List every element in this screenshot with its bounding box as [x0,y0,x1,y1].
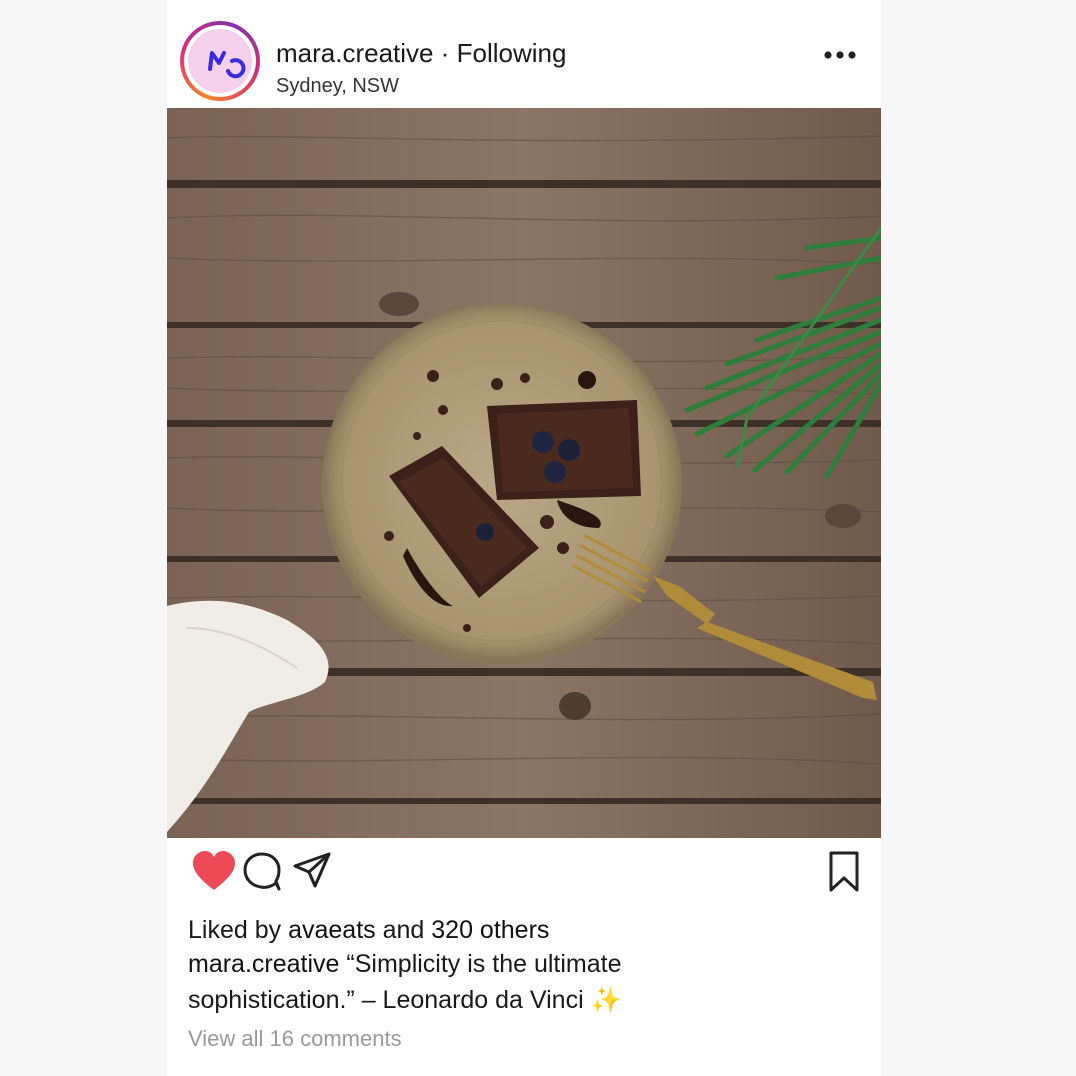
post-header: mara.creative · Following Sydney, NSW [167,0,881,108]
likes-count[interactable]: 320 others [431,916,549,944]
username[interactable]: mara.creative [276,38,434,68]
caption-block: Liked by avaeats and 320 others mara.cre… [188,912,868,1018]
username-line: mara.creative · Following [276,38,566,69]
action-bar [167,838,881,910]
location[interactable]: Sydney, NSW [276,75,399,98]
avatar-logo [188,29,252,93]
caption-text-1: “Simplicity is the ultimate [346,950,622,978]
bookmark-icon[interactable] [823,850,869,894]
likes-conjunction: and [382,916,425,944]
view-comments-link[interactable]: View all 16 comments [188,1026,402,1052]
avatar[interactable] [180,21,260,101]
caption-line-1: mara.creative “Simplicity is the ultimat… [188,946,868,982]
more-dots-icon[interactable] [823,45,857,65]
caption-line-2: sophistication.” – Leonardo da Vinci ✨ [188,982,868,1018]
likes-prefix: Liked by [188,916,282,944]
send-icon[interactable] [291,850,337,894]
post-photo[interactable] [167,108,881,838]
caption-text-2: sophistication.” – Leonardo da Vinci [188,986,584,1014]
following-button[interactable]: Following [457,38,567,68]
mc-logo-icon [208,51,246,79]
post-card: mara.creative · Following Sydney, NSW Li… [167,0,881,1076]
caption-username[interactable]: mara.creative [188,950,339,978]
comment-icon[interactable] [241,850,287,894]
heart-icon[interactable] [191,850,237,894]
liker-username[interactable]: avaeats [288,916,376,944]
likes-line: Liked by avaeats and 320 others [188,912,868,946]
separator: · [440,38,450,68]
sparkle-emoji: ✨ [590,986,622,1014]
